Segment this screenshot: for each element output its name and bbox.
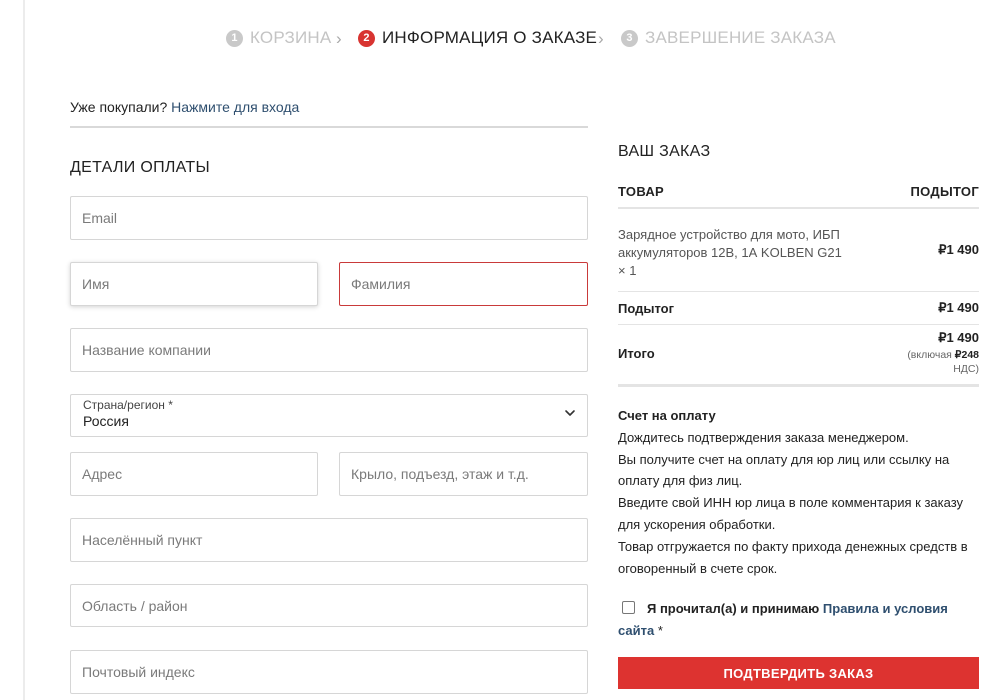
terms-checkbox[interactable] (622, 601, 635, 614)
step-order-info: 2 ИНФОРМАЦИЯ О ЗАКАЗЕ (358, 28, 597, 48)
chevron-right-icon: › (598, 29, 604, 48)
address-field[interactable] (70, 452, 318, 496)
item-name: Зарядное устройство для мото, ИБП аккуму… (618, 227, 842, 260)
column-header-subtotal: ПОДЫТОГ (910, 183, 979, 199)
confirm-order-button[interactable]: ПОДТВЕРДИТЬ ЗАКАЗ (618, 657, 979, 689)
address-input[interactable] (71, 453, 317, 495)
subtotal-row: Подытог ₽1 490 (618, 292, 979, 325)
total-row: Итого ₽1 490 (включая ₽248 НДС) (618, 325, 979, 387)
tax-amount: ₽248 (954, 349, 979, 361)
step-label: ЗАВЕРШЕНИЕ ЗАКАЗА (645, 28, 836, 47)
terms-agreement: Я прочитал(а) и принимаю Правила и услов… (618, 598, 980, 642)
country-value: Россия (83, 413, 129, 429)
billing-title: ДЕТАЛИ ОПЛАТЫ (70, 159, 210, 176)
city-input[interactable] (71, 519, 587, 561)
divider (70, 126, 588, 128)
subtotal-value: ₽1 490 (938, 300, 979, 315)
order-table: ТОВАР ПОДЫТОГ Зарядное устройство для мо… (618, 175, 979, 387)
step-number-badge: 3 (621, 29, 638, 47)
subtotal-label: Подытог (618, 300, 675, 316)
item-quantity: × 1 (618, 263, 637, 278)
step-number-badge: 2 (358, 29, 375, 47)
first-name-field[interactable] (70, 262, 318, 306)
payment-note-line: Товар отгружается по факту прихода денеж… (618, 538, 968, 576)
total-label: Итого (618, 346, 655, 361)
company-field[interactable] (70, 328, 588, 372)
payment-note-line: Вы получите счет на оплату для юр лиц ил… (618, 451, 950, 489)
column-header-product: ТОВАР (618, 183, 665, 199)
email-field[interactable] (70, 196, 588, 240)
chevron-right-icon: › (336, 29, 342, 48)
terms-text: Я прочитал(а) и принимаю (647, 601, 820, 616)
address2-input[interactable] (340, 453, 587, 495)
step-number-badge: 1 (226, 29, 243, 47)
login-link[interactable]: Нажмите для входа (171, 99, 299, 115)
step-complete: 3 ЗАВЕРШЕНИЕ ЗАКАЗА (621, 28, 836, 48)
tax-suffix: НДС) (953, 363, 979, 375)
required-marker: * (657, 623, 663, 638)
region-field[interactable] (70, 584, 588, 627)
first-name-input[interactable] (71, 263, 317, 305)
chevron-down-icon (565, 410, 575, 416)
table-row: Зарядное устройство для мото, ИБП аккуму… (618, 209, 979, 292)
country-label: Страна/регион * (83, 398, 173, 412)
address2-field[interactable] (339, 452, 588, 496)
country-select[interactable]: Страна/регион * Россия (70, 394, 588, 437)
payment-note-line: Дождитесь подтверждения заказа менеджеро… (618, 429, 909, 445)
step-label: ИНФОРМАЦИЯ О ЗАКАЗЕ (382, 28, 598, 47)
checkout-steps: 1 КОРЗИНА › 2 ИНФОРМАЦИЯ О ЗАКАЗЕ › 3 ЗА… (0, 28, 1002, 50)
step-label: КОРЗИНА (250, 28, 332, 47)
order-table-header: ТОВАР ПОДЫТОГ (618, 175, 979, 209)
payment-note-line: Введите свой ИНН юр лица в поле коммента… (618, 495, 964, 532)
order-title: ВАШ ЗАКАЗ (618, 143, 711, 160)
page-left-border (23, 0, 25, 700)
company-input[interactable] (71, 329, 587, 371)
payment-method-title: Счет на оплату (618, 408, 716, 423)
step-cart[interactable]: 1 КОРЗИНА (226, 28, 331, 48)
tax-prefix: (включая (907, 349, 952, 361)
postcode-input[interactable] (71, 651, 587, 693)
item-price: ₽1 490 (938, 242, 979, 257)
last-name-field[interactable] (339, 262, 588, 306)
login-prompt: Уже покупали? (70, 99, 168, 115)
total-value: ₽1 490 (938, 330, 979, 345)
postcode-field[interactable] (70, 650, 588, 694)
payment-method-info: Счет на оплату Дождитесь подтверждения з… (618, 405, 980, 579)
returning-customer-notice: Уже покупали? Нажмите для входа (70, 99, 299, 115)
city-field[interactable] (70, 518, 588, 562)
tax-note: (включая ₽248 НДС) (889, 348, 979, 376)
item-name-cell: Зарядное устройство для мото, ИБП аккуму… (618, 226, 868, 280)
last-name-input[interactable] (340, 263, 587, 305)
region-input[interactable] (71, 585, 587, 626)
email-input[interactable] (71, 197, 587, 239)
